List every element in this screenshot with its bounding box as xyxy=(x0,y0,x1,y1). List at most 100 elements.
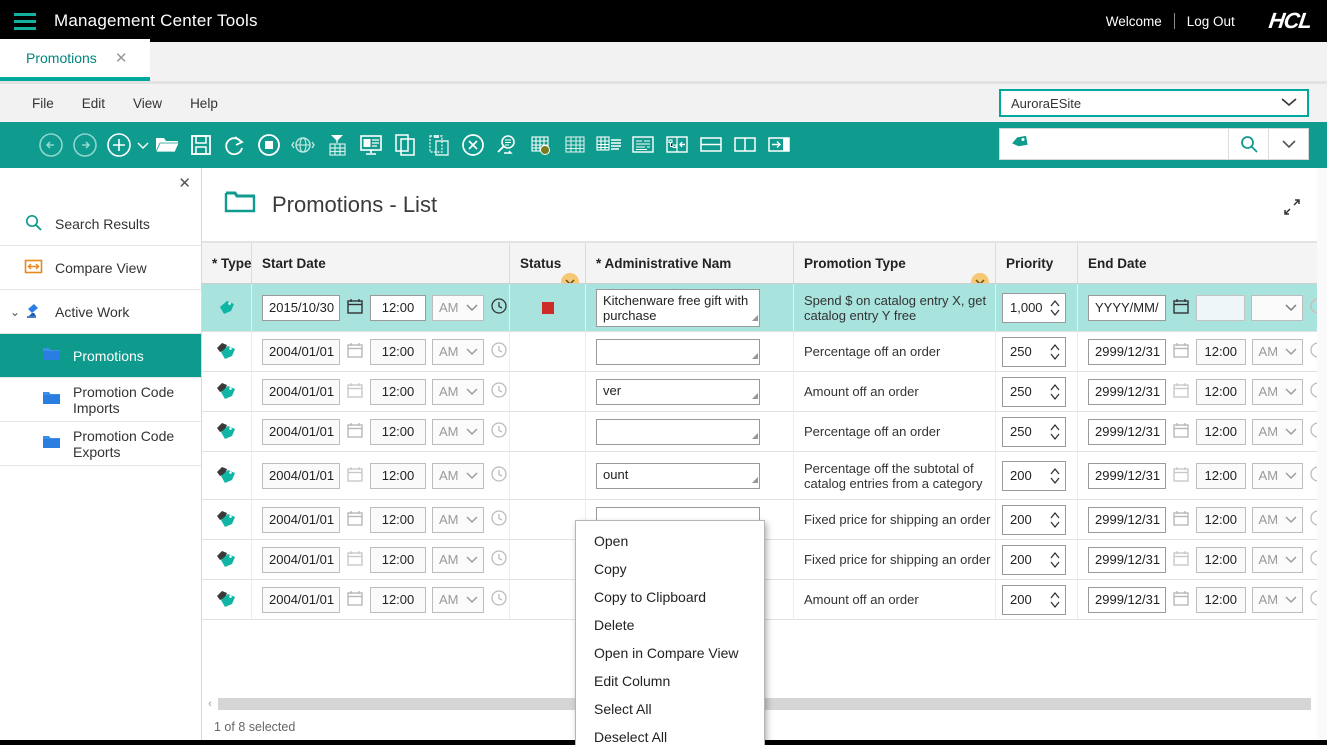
end-time-input[interactable]: 12:00 xyxy=(1196,507,1246,533)
new-plus-icon[interactable] xyxy=(102,128,136,162)
hamburger-icon[interactable] xyxy=(14,13,36,30)
open-folder-icon[interactable] xyxy=(150,128,184,162)
clock-icon[interactable] xyxy=(490,297,508,318)
end-time-input[interactable]: 12:00 xyxy=(1196,379,1246,405)
table-row[interactable]: 2004/01/01 12:00 AM ount◢ Percentage off… xyxy=(202,452,1327,500)
calendar-icon[interactable] xyxy=(1172,421,1190,442)
column-header-type[interactable]: * Type xyxy=(202,243,252,283)
priority-stepper[interactable]: 250 xyxy=(1002,377,1066,407)
start-time-input[interactable]: 12:00 xyxy=(370,419,426,445)
priority-stepper[interactable]: 200 xyxy=(1002,545,1066,575)
start-date-input[interactable]: 2004/01/01 xyxy=(262,379,340,405)
end-time-input[interactable] xyxy=(1196,295,1246,321)
sort-grid-icon[interactable] xyxy=(320,128,354,162)
end-date-input[interactable]: 2999/12/31 xyxy=(1088,587,1166,613)
context-menu-item-open-in-compare-view[interactable]: Open in Compare View xyxy=(576,639,764,667)
calendar-icon[interactable] xyxy=(346,381,364,402)
copy-pages-icon[interactable] xyxy=(388,128,422,162)
calendar-icon[interactable] xyxy=(1172,589,1190,610)
clock-icon[interactable] xyxy=(490,381,508,402)
start-date-input[interactable]: 2015/10/30 xyxy=(262,295,340,321)
end-date-input[interactable]: 2999/12/31 xyxy=(1088,463,1166,489)
calendar-icon[interactable] xyxy=(1172,381,1190,402)
start-date-input[interactable]: 2004/01/01 xyxy=(262,507,340,533)
start-time-input[interactable]: 12:00 xyxy=(370,295,426,321)
table-row[interactable]: 2004/01/01 12:00 AM ◢ Percentage off an … xyxy=(202,332,1327,372)
context-menu-item-edit-column[interactable]: Edit Column xyxy=(576,667,764,695)
calendar-icon[interactable] xyxy=(346,465,364,486)
context-menu-item-open[interactable]: Open xyxy=(576,527,764,555)
end-date-input[interactable]: 2999/12/31 xyxy=(1088,507,1166,533)
logout-link[interactable]: Log Out xyxy=(1175,14,1247,29)
menu-help[interactable]: Help xyxy=(190,96,218,111)
end-time-input[interactable]: 12:00 xyxy=(1196,547,1246,573)
context-menu-item-deselect-all[interactable]: Deselect All xyxy=(576,723,764,745)
priority-stepper[interactable]: 250 xyxy=(1002,337,1066,367)
start-ampm-select[interactable]: AM xyxy=(432,419,484,445)
calendar-icon[interactable] xyxy=(1172,341,1190,362)
new-dropdown-caret[interactable] xyxy=(136,141,150,150)
search-icon[interactable] xyxy=(1228,129,1268,159)
resize-grip-icon[interactable]: ◢ xyxy=(752,428,757,443)
start-ampm-select[interactable]: AM xyxy=(432,507,484,533)
expand-panel-icon[interactable] xyxy=(762,128,796,162)
context-menu-item-copy[interactable]: Copy xyxy=(576,555,764,583)
search-input[interactable] xyxy=(1000,129,1228,159)
column-header-start-date[interactable]: Start Date xyxy=(252,243,510,283)
clock-icon[interactable] xyxy=(490,421,508,442)
resize-grip-icon[interactable]: ◢ xyxy=(752,348,757,363)
start-time-input[interactable]: 12:00 xyxy=(370,507,426,533)
administrative-name-input[interactable]: Kitchenware free gift with purchase◢ xyxy=(596,289,760,327)
clock-icon[interactable] xyxy=(490,341,508,362)
menu-edit[interactable]: Edit xyxy=(82,96,105,111)
tab-promotions[interactable]: Promotions ✕ xyxy=(0,39,150,81)
grid-list-icon[interactable] xyxy=(592,128,626,162)
start-ampm-select[interactable]: AM xyxy=(432,379,484,405)
start-time-input[interactable]: 12:00 xyxy=(370,547,426,573)
calendar-icon[interactable] xyxy=(346,421,364,442)
calendar-icon[interactable] xyxy=(1172,465,1190,486)
close-icon[interactable]: ✕ xyxy=(115,51,128,66)
end-ampm-select[interactable]: AM xyxy=(1252,547,1303,573)
calendar-icon[interactable] xyxy=(1172,549,1190,570)
sidebar-item-promotion-code-exports[interactable]: Promotion Code Exports xyxy=(0,422,201,466)
calendar-icon[interactable] xyxy=(1172,509,1190,530)
store-selector[interactable]: AuroraESite xyxy=(999,89,1309,117)
chevron-left-icon[interactable]: ‹ xyxy=(202,698,218,710)
resize-grip-icon[interactable]: ◢ xyxy=(752,472,757,487)
administrative-name-input[interactable]: ount◢ xyxy=(596,463,760,489)
start-time-input[interactable]: 12:00 xyxy=(370,463,426,489)
paste-clipboard-icon[interactable] xyxy=(422,128,456,162)
start-ampm-select[interactable]: AM xyxy=(432,295,484,321)
vertical-scrollbar[interactable] xyxy=(1317,168,1327,740)
end-ampm-select[interactable]: AM xyxy=(1252,463,1303,489)
end-date-input[interactable]: 2999/12/31 xyxy=(1088,339,1166,365)
sidebar-item-search-results[interactable]: Search Results xyxy=(0,202,201,246)
start-ampm-select[interactable]: AM xyxy=(432,547,484,573)
search-dropdown-icon[interactable] xyxy=(1268,129,1308,159)
split-vertical-icon[interactable] xyxy=(728,128,762,162)
sidebar-item-promotion-code-imports[interactable]: Promotion Code Imports xyxy=(0,378,201,422)
context-menu-item-select-all[interactable]: Select All xyxy=(576,695,764,723)
clock-icon[interactable] xyxy=(490,589,508,610)
end-time-input[interactable]: 12:00 xyxy=(1196,587,1246,613)
preview-monitor-icon[interactable] xyxy=(354,128,388,162)
start-date-input[interactable]: 2004/01/01 xyxy=(262,339,340,365)
tree-panel-icon[interactable] xyxy=(660,128,694,162)
start-ampm-select[interactable]: AM xyxy=(432,339,484,365)
calendar-icon[interactable] xyxy=(346,589,364,610)
table-row[interactable]: 2004/01/01 12:00 AM ◢ Percentage off an … xyxy=(202,412,1327,452)
back-arrow-icon[interactable] xyxy=(34,128,68,162)
sidebar-item-active-work[interactable]: ⌄ Active Work xyxy=(0,290,201,334)
table-row[interactable]: 2015/10/30 12:00 AM xyxy=(202,284,1327,332)
cancel-x-icon[interactable] xyxy=(456,128,490,162)
status-filter-icon[interactable] xyxy=(561,273,579,283)
administrative-name-input[interactable]: ◢ xyxy=(596,419,760,445)
start-date-input[interactable]: 2004/01/01 xyxy=(262,463,340,489)
sidebar-close-icon[interactable]: ✕ xyxy=(178,176,191,191)
start-date-input[interactable]: 2004/01/01 xyxy=(262,587,340,613)
calendar-icon[interactable] xyxy=(346,297,364,318)
end-ampm-select[interactable]: AM xyxy=(1252,587,1303,613)
end-date-input[interactable]: YYYY/MM/ xyxy=(1088,295,1166,321)
end-ampm-select[interactable]: AM xyxy=(1252,339,1303,365)
